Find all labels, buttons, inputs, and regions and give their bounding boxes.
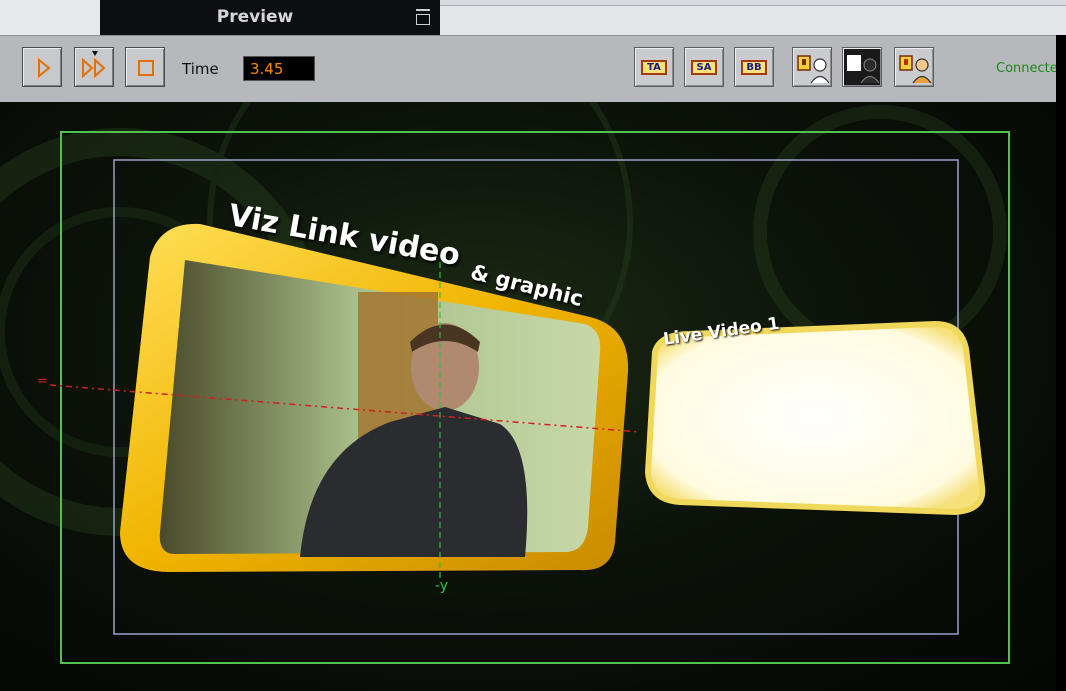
layer-label-bb: BB xyxy=(741,60,767,75)
preview-viewport[interactable]: Viz Link video & graphic Live Video 1 -y… xyxy=(0,102,1066,691)
layer-button-ta[interactable]: TA xyxy=(634,47,674,87)
presenter-dark-button[interactable] xyxy=(842,47,882,87)
live-video-frame xyxy=(644,320,986,516)
presenter-color-icon xyxy=(899,55,932,84)
presenter-dark-icon xyxy=(847,55,880,84)
x-axis-marker: = xyxy=(37,374,48,389)
time-label: Time xyxy=(182,60,219,78)
presenter-view-button[interactable] xyxy=(792,47,832,87)
title-bar-right xyxy=(440,5,1066,36)
title-bar-left xyxy=(0,0,100,35)
toolbar: Time 3.45 TA SA BB Connected xyxy=(0,35,1066,103)
continue-icon xyxy=(82,51,106,79)
presenter-color-button[interactable] xyxy=(894,47,934,87)
right-edge-bar xyxy=(1056,35,1066,691)
layer-label-ta: TA xyxy=(641,60,667,75)
layer-label-sa: SA xyxy=(691,60,717,75)
continue-button[interactable] xyxy=(74,47,114,87)
layer-button-sa[interactable]: SA xyxy=(684,47,724,87)
time-field[interactable]: 3.45 xyxy=(243,56,315,81)
scene-canvas xyxy=(0,102,1010,664)
stop-icon xyxy=(138,60,154,76)
window-menu-icon[interactable] xyxy=(416,8,430,26)
play-button[interactable] xyxy=(22,47,62,87)
stop-button[interactable] xyxy=(125,47,165,87)
presenter-icon xyxy=(797,55,830,84)
y-axis-label: -y xyxy=(435,578,449,594)
layer-button-bb[interactable]: BB xyxy=(734,47,774,87)
title-bar: Preview xyxy=(0,0,1066,36)
window-title: Preview xyxy=(216,7,294,27)
preview-window: Preview Time 3.45 TA SA BB Connected Viz… xyxy=(0,0,1066,691)
play-icon xyxy=(38,57,51,79)
